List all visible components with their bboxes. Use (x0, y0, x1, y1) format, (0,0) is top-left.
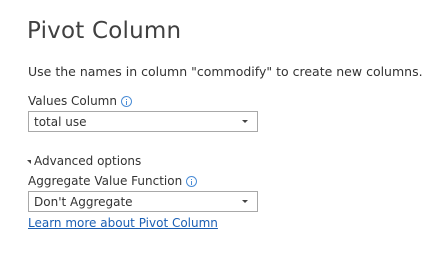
pivot-column-dialog: Pivot Column Use the names in column "co… (0, 0, 430, 280)
info-icon[interactable] (120, 95, 132, 107)
chevron-down-icon (242, 120, 248, 123)
aggregate-function-label-row: Aggregate Value Function (28, 174, 198, 188)
triangle-down-icon (27, 159, 31, 164)
values-column-selected-value: total use (34, 114, 87, 129)
values-column-label-row: Values Column (28, 94, 132, 108)
advanced-options-toggle[interactable]: Advanced options (27, 154, 141, 168)
chevron-down-icon (242, 200, 248, 203)
info-icon[interactable] (186, 175, 198, 187)
values-column-dropdown[interactable]: total use (28, 111, 258, 132)
values-column-label: Values Column (28, 94, 117, 108)
aggregate-function-label: Aggregate Value Function (28, 174, 183, 188)
aggregate-function-dropdown[interactable]: Don't Aggregate (28, 191, 258, 212)
advanced-options-label: Advanced options (34, 154, 142, 168)
learn-more-link[interactable]: Learn more about Pivot Column (28, 216, 218, 230)
aggregate-function-selected-value: Don't Aggregate (34, 194, 133, 209)
dialog-title: Pivot Column (27, 18, 182, 44)
dialog-description: Use the names in column "commodify" to c… (28, 64, 423, 79)
